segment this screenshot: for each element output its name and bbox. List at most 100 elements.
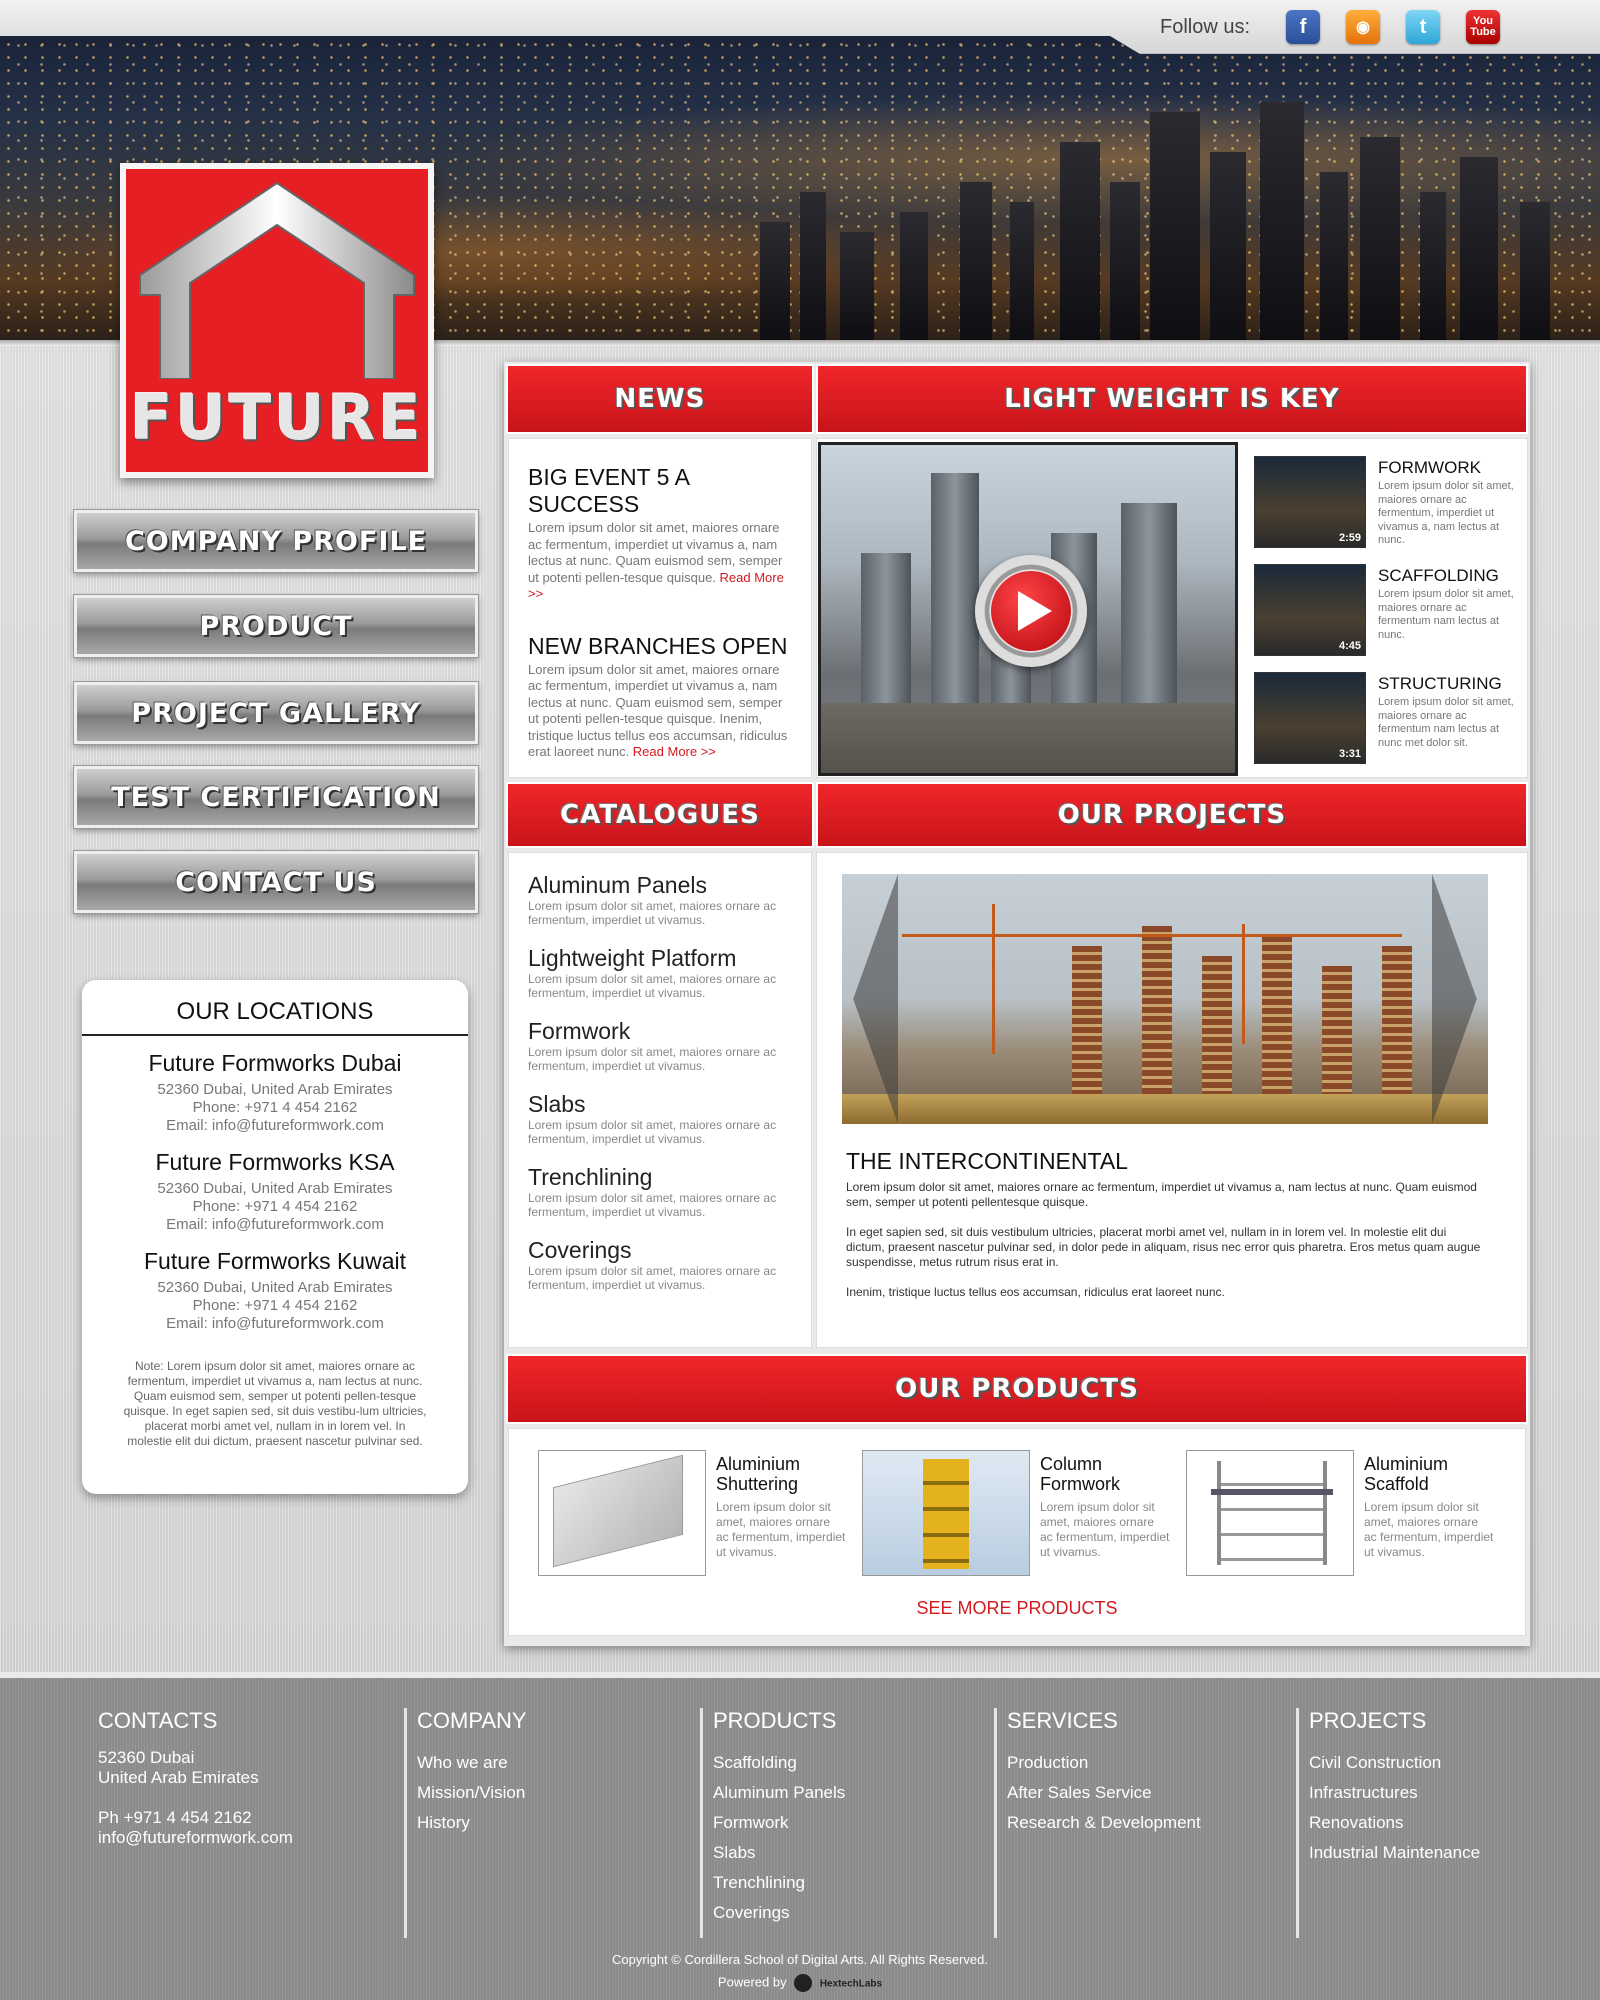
twitter-icon[interactable]: t — [1406, 10, 1441, 44]
product-desc: Lorem ipsum dolor sit amet, maiores orna… — [716, 1500, 846, 1559]
project-paragraph: Inenim, tristique luctus tellus eos accu… — [846, 1285, 1225, 1299]
slideshow-prev-arrow-icon[interactable] — [853, 874, 898, 1124]
footer-link[interactable]: Trenchlining — [713, 1868, 990, 1898]
video-item-formwork[interactable]: 2:59 FORMWORK Lorem ipsum dolor sit amet… — [1254, 456, 1524, 556]
hextech-logo[interactable]: HextechLabs — [820, 1978, 882, 1989]
footer-link[interactable]: Civil Construction — [1309, 1748, 1576, 1778]
location-name: Future Formworks Kuwait — [143, 1248, 406, 1274]
video-item-structuring[interactable]: 3:31 STRUCTURING Lorem ipsum dolor sit a… — [1254, 672, 1524, 772]
play-icon — [1018, 591, 1052, 631]
news-header: NEWS — [506, 364, 814, 434]
catalogue-item[interactable]: Coverings Lorem ipsum dolor sit amet, mai… — [528, 1237, 796, 1292]
footer-link[interactable]: Slabs — [713, 1838, 990, 1868]
nav-test-certification[interactable]: TEST CERTIFICATION — [73, 765, 479, 829]
footer-link[interactable]: Formwork — [713, 1808, 990, 1838]
news-title: BIG EVENT 5 A SUCCESS — [528, 464, 689, 517]
footer-link[interactable]: Industrial Maintenance — [1309, 1838, 1576, 1868]
footer-link[interactable]: History — [417, 1808, 694, 1838]
read-more-link[interactable]: Read More >> — [633, 744, 716, 759]
location-phone: Phone: +971 4 454 2162 — [192, 1099, 358, 1116]
nav-project-gallery[interactable]: PROJECT GALLERY — [73, 681, 479, 745]
product-image — [1186, 1450, 1354, 1576]
footer-services: SERVICES Production After Sales Service … — [994, 1708, 1290, 1938]
slideshow-next-arrow-icon[interactable] — [1432, 874, 1477, 1124]
nav-label: TEST CERTIFICATION — [111, 781, 441, 813]
nav-product[interactable]: PRODUCT — [73, 594, 479, 658]
location-email: Email: info@futureformwork.com — [166, 1315, 384, 1332]
rss-icon[interactable]: ◉ — [1346, 10, 1381, 44]
news-title: NEW BRANCHES OPEN — [528, 632, 788, 659]
catalogue-item[interactable]: Aluminum Panels Lorem ipsum dolor sit ame… — [528, 872, 796, 927]
footer-link[interactable]: After Sales Service — [1007, 1778, 1290, 1808]
video-thumbnail: 2:59 — [1254, 456, 1366, 548]
footer-link[interactable]: Infrastructures — [1309, 1778, 1576, 1808]
footer-link[interactable]: Renovations — [1309, 1808, 1576, 1838]
copyright-text: Copyright © Cordillera School of Digital… — [612, 1952, 988, 1967]
catalogue-title: Trenchlining — [528, 1164, 653, 1190]
nav-label: PRODUCT — [199, 610, 353, 642]
featured-video[interactable] — [818, 442, 1238, 776]
location-dubai: Future Formworks Dubai 52360 Dubai, Unit… — [82, 1050, 468, 1135]
products-header: OUR PRODUCTS — [506, 1354, 1528, 1424]
footer-heading: PRODUCTS — [713, 1708, 837, 1733]
footer-heading: PROJECTS — [1309, 1708, 1427, 1733]
see-more-products-link[interactable]: SEE MORE PRODUCTS — [504, 1598, 1530, 1619]
footer-link[interactable]: Scaffolding — [713, 1748, 990, 1778]
footer-link[interactable]: Coverings — [713, 1898, 990, 1928]
catalogue-item[interactable]: Lightweight Platform Lorem ipsum dolor si… — [528, 945, 796, 1000]
catalogue-desc: Lorem ipsum dolor sit amet, maiores orna… — [528, 1191, 777, 1219]
catalogue-item[interactable]: Slabs Lorem ipsum dolor sit amet, maiores… — [528, 1091, 796, 1146]
catalogue-item[interactable]: Formwork Lorem ipsum dolor sit amet, maio… — [528, 1018, 796, 1073]
footer-email[interactable]: info@futureformwork.com — [98, 1828, 398, 1848]
locations-note: Note: Lorem ipsum dolor sit amet, maiore… — [123, 1359, 427, 1448]
product-aluminium-scaffold[interactable]: Aluminium Scaffold Lorem ipsum dolor sit… — [1186, 1450, 1496, 1580]
video-title: SCAFFOLDING — [1378, 566, 1499, 585]
nav-contact-us[interactable]: CONTACT US — [73, 850, 479, 914]
play-button[interactable] — [975, 555, 1087, 667]
youtube-icon[interactable]: You Tube — [1466, 10, 1501, 44]
project-title: THE INTERCONTINENTAL — [846, 1148, 1128, 1174]
house-logo-icon — [139, 181, 415, 379]
project-slideshow-image — [842, 874, 1488, 1124]
catalogue-title: Lightweight Platform — [528, 945, 737, 971]
location-ksa: Future Formworks KSA 52360 Dubai, United… — [82, 1149, 468, 1234]
video-thumbnail: 4:45 — [1254, 564, 1366, 656]
news-item: BIG EVENT 5 A SUCCESS Lorem ipsum dolor … — [528, 464, 796, 603]
catalogue-title: Slabs — [528, 1091, 586, 1117]
footer-link[interactable]: Research & Development — [1007, 1808, 1290, 1838]
video-duration: 3:31 — [1338, 748, 1361, 760]
follow-us-label: Follow us: — [1160, 15, 1251, 38]
catalogues-box: Aluminum Panels Lorem ipsum dolor sit ame… — [508, 852, 812, 1348]
footer-projects: PROJECTS Civil Construction Infrastructu… — [1296, 1708, 1576, 1938]
video-title: FORMWORK — [1378, 458, 1481, 477]
news-body: Lorem ipsum dolor sit amet, maiores orna… — [528, 662, 796, 761]
product-aluminium-shuttering[interactable]: Aluminium Shuttering Lorem ipsum dolor s… — [538, 1450, 848, 1580]
footer-phone: Ph +971 4 454 2162 — [98, 1808, 252, 1827]
footer-link[interactable]: Production — [1007, 1748, 1290, 1778]
nav-company-profile[interactable]: COMPANY PROFILE — [73, 509, 479, 573]
location-phone: Phone: +971 4 454 2162 — [192, 1198, 358, 1215]
light-weight-header: LIGHT WEIGHT IS KEY — [816, 364, 1528, 434]
powered-by: Powered by HextechLabs — [0, 1974, 1600, 1992]
product-column-formwork[interactable]: Column Formwork Lorem ipsum dolor sit am… — [862, 1450, 1172, 1580]
catalogue-desc: Lorem ipsum dolor sit amet, maiores orna… — [528, 1264, 777, 1292]
location-address: 52360 Dubai, United Arab Emirates — [157, 1180, 393, 1197]
video-thumbnail: 3:31 — [1254, 672, 1366, 764]
follow-us-bar: Follow us: f ◉ t You Tube — [1130, 0, 1600, 54]
footer-link[interactable]: Who we are — [417, 1748, 694, 1778]
news-heading: NEWS — [614, 384, 706, 414]
product-image — [538, 1450, 706, 1576]
facebook-icon[interactable]: f — [1286, 10, 1321, 44]
catalogue-item[interactable]: Trenchlining Lorem ipsum dolor sit amet, … — [528, 1164, 796, 1219]
footer-company: COMPANY Who we are Mission/Vision Histor… — [404, 1708, 694, 1938]
catalogue-title: Coverings — [528, 1237, 632, 1263]
future-logo[interactable]: FUTURE — [120, 163, 434, 478]
footer-heading: COMPANY — [417, 1708, 527, 1733]
nav-label: CONTACT US — [175, 866, 377, 898]
footer-link[interactable]: Mission/Vision — [417, 1778, 694, 1808]
footer-link[interactable]: Aluminum Panels — [713, 1778, 990, 1808]
footer-address-2: United Arab Emirates — [98, 1768, 259, 1787]
project-paragraph: In eget sapien sed, sit duis vestibulum … — [846, 1225, 1481, 1269]
video-item-scaffolding[interactable]: 4:45 SCAFFOLDING Lorem ipsum dolor sit a… — [1254, 564, 1524, 664]
projects-header: OUR PROJECTS — [816, 782, 1528, 848]
